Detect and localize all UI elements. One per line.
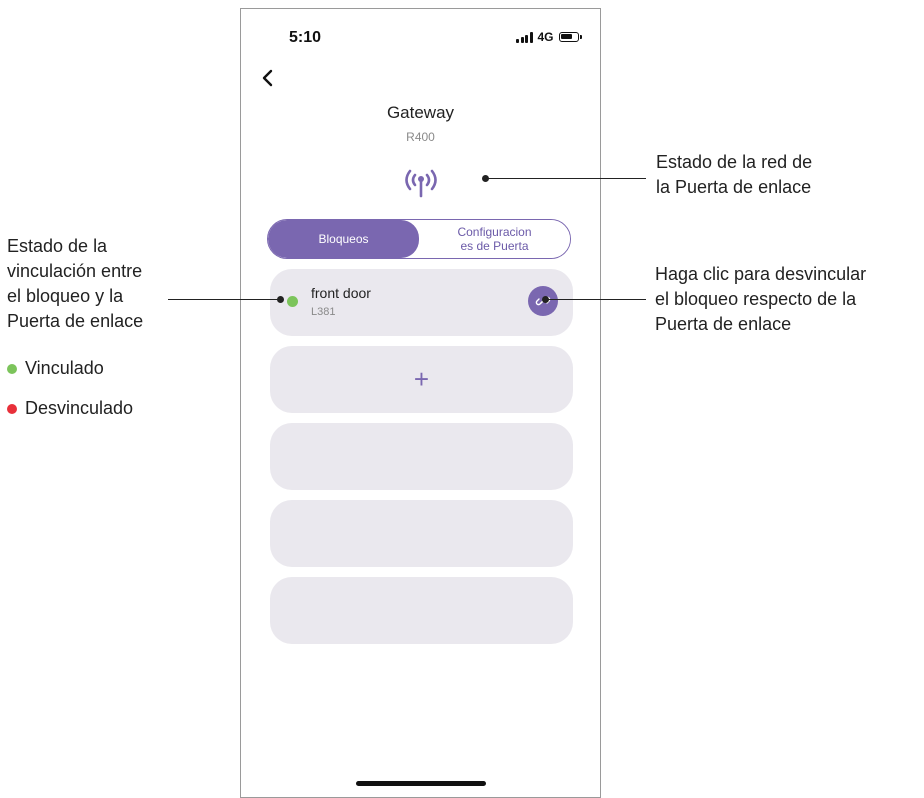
annotation-dot-unlink [542,296,549,303]
status-indicators: 4G [516,30,582,44]
segmented-tabs: Bloqueos Configuracion es de Puerta [267,219,571,259]
page-title: Gateway [386,103,455,122]
empty-slot [270,577,573,644]
legend-unlinked-dot [7,404,17,414]
annotation-line-link-status [168,299,282,300]
battery-icon [558,32,582,42]
annotation-link-status: Estado de la vinculación entre el bloque… [7,236,144,331]
annotation-line-network [486,178,646,179]
annotation-dot-network [482,175,489,182]
plus-icon: + [413,364,430,394]
legend-linked-label: Vinculado [25,358,104,378]
link-status-dot [287,296,298,307]
status-time: 5:10 [289,29,322,46]
legend-unlinked: Desvinculado [7,396,133,421]
lock-name: front door [311,285,371,301]
add-lock-button[interactable]: + [270,346,573,413]
signal-icon [516,31,533,43]
annotation-dot-link-status [277,296,284,303]
annotation-line-unlink [546,299,646,300]
empty-slot [270,423,573,490]
tab-configuraciones[interactable]: Configuracion es de Puerta [419,220,570,258]
annotation-network: Estado de la red de la Puerta de enlace [656,152,813,197]
home-indicator [356,781,486,786]
phone-screen: 5:10 4G Gateway R400 Bloqueos Configurac… [240,8,601,798]
network-type: 4G [537,30,554,44]
empty-slot [270,500,573,567]
legend-linked: Vinculado [7,356,104,381]
tab-bloqueos[interactable]: Bloqueos [268,220,419,258]
legend-linked-dot [7,364,17,374]
device-model: R400 [406,130,435,144]
lock-card[interactable]: front door L381 [270,269,573,336]
lock-model: L381 [311,306,336,318]
back-icon[interactable] [257,67,279,89]
legend-unlinked-label: Desvinculado [25,398,134,418]
annotation-unlink: Haga clic para desvincular el bloqueo re… [655,264,867,334]
antenna-icon [405,169,437,198]
